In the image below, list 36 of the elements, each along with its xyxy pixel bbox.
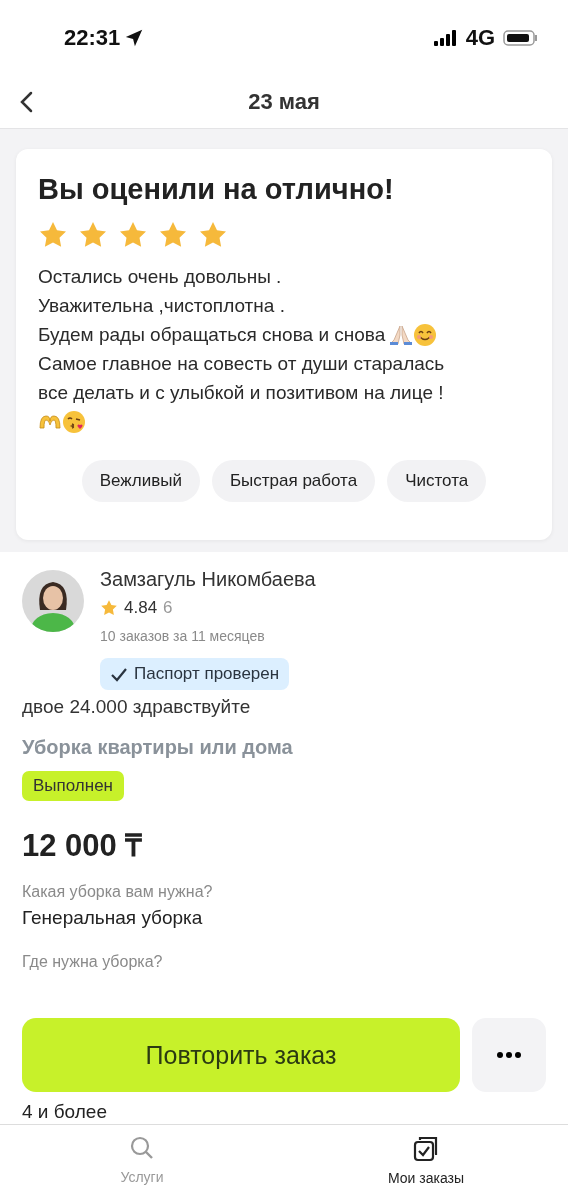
status-badge: Выполнен (22, 771, 124, 801)
nav-tab[interactable]: Мои заказы (284, 1125, 568, 1199)
review-tag: Чистота (387, 460, 487, 502)
search-icon (129, 1135, 155, 1161)
review-count: 6 (163, 598, 173, 618)
review-tag: Вежливый (81, 460, 200, 502)
verified-badge: Паспорт проверен (100, 658, 290, 690)
review-title: Вы оценили на отлично! (38, 173, 395, 206)
screen-title: 23 мая (248, 89, 320, 115)
signal-icon (433, 30, 458, 46)
battery-icon (503, 30, 538, 46)
clock-time: 22:31 (64, 25, 121, 51)
more-icon (496, 1051, 522, 1059)
service-name: Уборка квартиры или дома (22, 736, 294, 759)
order-comment: двое 24.000 здравствуйте (22, 695, 252, 719)
order-price: 12 000 ₸ (22, 827, 144, 865)
field-value: Генеральная уборка (22, 907, 204, 929)
review-text-line: все делать и с улыбкой и позитивом на лице ! (38, 381, 444, 405)
field-label: Какая уборка вам нужна? (22, 883, 214, 901)
network-type: 4G (465, 25, 495, 51)
review-text-line: Уважительна ,чистоплотна . (38, 294, 285, 318)
orders-icon (413, 1135, 439, 1162)
review-text-line: Остались очень довольны . (38, 265, 282, 289)
field-value: 4 и более (22, 1101, 108, 1123)
performer-name: Замзагуль Никомбаева (100, 567, 316, 592)
review-text-line: Самое главное на совесть от души старалась (38, 352, 445, 376)
orders-count: 10 заказов за 11 месяцев (100, 628, 266, 644)
kissing-face-icon (62, 409, 86, 434)
review-tag: Быстрая работа (211, 460, 376, 502)
location-arrow-icon (124, 28, 145, 48)
smiling-face-icon (413, 322, 438, 347)
repeat-order-button[interactable]: Повторить заказ (22, 1018, 460, 1092)
field-label: Где нужна уборка? (22, 953, 164, 971)
rating-value: 4.84 (124, 598, 158, 618)
star-icon (100, 599, 118, 617)
review-text-line: Будем рады обращаться снова и снова (38, 323, 386, 347)
